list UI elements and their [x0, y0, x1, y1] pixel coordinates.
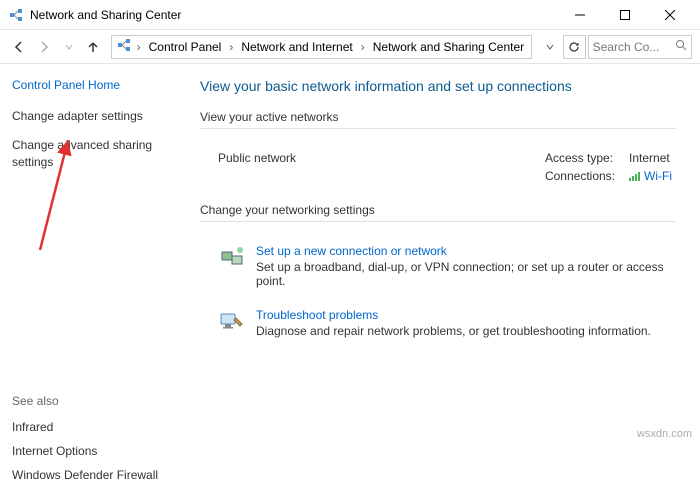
network-name: Public network — [218, 151, 545, 183]
network-settings-heading: Change your networking settings — [200, 203, 676, 217]
network-icon — [116, 37, 132, 56]
minimize-button[interactable] — [557, 1, 602, 29]
chevron-right-icon[interactable]: › — [226, 40, 236, 54]
active-network-row: Public network Access type: Internet Con… — [200, 143, 676, 203]
access-type-label: Access type: — [545, 151, 615, 165]
wifi-signal-icon — [629, 172, 640, 181]
breadcrumb-control-panel[interactable]: Control Panel — [146, 38, 225, 56]
connections-value: Wi-Fi — [644, 169, 672, 183]
window-title: Network and Sharing Center — [30, 8, 557, 22]
troubleshoot-desc: Diagnose and repair network problems, or… — [256, 324, 651, 338]
infrared-link[interactable]: Infrared — [12, 420, 178, 434]
divider — [200, 221, 676, 222]
up-button[interactable] — [82, 35, 105, 59]
refresh-button[interactable] — [563, 35, 586, 59]
setup-connection-item: Set up a new connection or network Set u… — [200, 236, 676, 300]
active-networks-heading: View your active networks — [200, 110, 676, 124]
chevron-right-icon[interactable]: › — [358, 40, 368, 54]
history-dropdown[interactable] — [538, 35, 561, 59]
internet-options-link[interactable]: Internet Options — [12, 444, 178, 458]
maximize-button[interactable] — [602, 1, 647, 29]
close-button[interactable] — [647, 1, 692, 29]
control-panel-home-link[interactable]: Control Panel Home — [12, 78, 178, 92]
forward-button[interactable] — [33, 35, 56, 59]
page-heading: View your basic network information and … — [200, 78, 676, 94]
breadcrumb[interactable]: › Control Panel › Network and Internet ›… — [111, 35, 533, 59]
watermark: wsxdn.com — [637, 428, 692, 440]
access-type-value: Internet — [629, 151, 672, 165]
search-icon — [675, 39, 687, 54]
window-controls — [557, 1, 692, 29]
search-input[interactable]: Search Co... — [588, 35, 692, 59]
defender-firewall-link[interactable]: Windows Defender Firewall — [12, 468, 178, 482]
search-placeholder: Search Co... — [593, 40, 671, 54]
setup-connection-link[interactable]: Set up a new connection or network — [256, 244, 672, 258]
window-titlebar: Network and Sharing Center — [0, 0, 700, 30]
see-also-heading: See also — [12, 394, 178, 408]
breadcrumb-sharing-center[interactable]: Network and Sharing Center — [370, 38, 527, 56]
breadcrumb-network-internet[interactable]: Network and Internet — [238, 38, 355, 56]
troubleshoot-icon — [218, 308, 246, 336]
recent-dropdown[interactable] — [57, 35, 80, 59]
divider — [200, 128, 676, 129]
app-icon — [8, 7, 24, 23]
sidebar: Control Panel Home Change adapter settin… — [0, 64, 190, 500]
back-button[interactable] — [8, 35, 31, 59]
setup-connection-icon — [218, 244, 246, 272]
connections-label: Connections: — [545, 169, 615, 183]
change-advanced-sharing-link[interactable]: Change advanced sharing settings — [12, 137, 178, 171]
main-content: View your basic network information and … — [190, 64, 700, 500]
wifi-connection-link[interactable]: Wi-Fi — [629, 169, 672, 183]
chevron-right-icon[interactable]: › — [134, 40, 144, 54]
troubleshoot-item: Troubleshoot problems Diagnose and repai… — [200, 300, 676, 350]
troubleshoot-link[interactable]: Troubleshoot problems — [256, 308, 651, 322]
change-adapter-settings-link[interactable]: Change adapter settings — [12, 108, 178, 125]
setup-connection-desc: Set up a broadband, dial-up, or VPN conn… — [256, 260, 672, 288]
navigation-bar: › Control Panel › Network and Internet ›… — [0, 30, 700, 64]
